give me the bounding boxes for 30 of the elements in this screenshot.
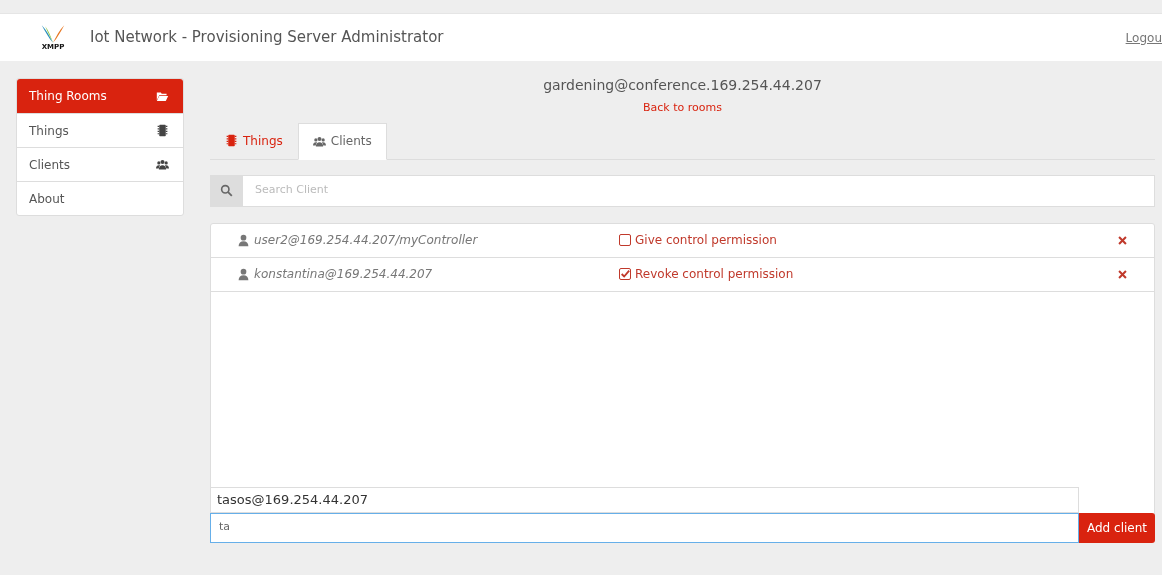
sidebar-item[interactable]: Things: [17, 113, 183, 147]
folder-icon: [156, 89, 169, 103]
checkmark-icon: [620, 269, 630, 279]
autocomplete-suggestion[interactable]: tasos@169.254.44.207: [210, 486, 1079, 513]
sidebar-item[interactable]: About: [17, 181, 183, 215]
add-client-field[interactable]: ta: [210, 512, 1079, 543]
client-jid: konstantina@169.254.44.207: [254, 266, 433, 283]
person-icon: [237, 267, 250, 281]
search-field[interactable]: Search Client: [242, 174, 1155, 207]
permission-checkbox[interactable]: Give control permission: [619, 231, 777, 249]
delete-icon[interactable]: [1117, 235, 1128, 246]
users-icon: [312, 134, 326, 148]
logout-link[interactable]: Logou: [1125, 28, 1162, 47]
tab[interactable]: Clients: [297, 122, 387, 160]
add-client-button[interactable]: Add client: [1079, 512, 1155, 543]
permission-checkbox[interactable]: Revoke control permission: [619, 265, 794, 283]
chip-icon: [156, 124, 169, 137]
users-icon: [156, 158, 169, 171]
tab[interactable]: Things: [210, 122, 298, 159]
delete-icon[interactable]: [1117, 269, 1128, 280]
app-title: Iot Network - Provisioning Server Administrator: [90, 27, 444, 49]
logo-icon: [40, 24, 66, 44]
person-icon: [237, 233, 250, 247]
room-title: gardening@conference.169.254.44.207: [542, 76, 823, 95]
client-jid: user2@169.254.44.207/myController: [254, 232, 478, 249]
sidebar-item[interactable]: Clients: [17, 147, 183, 181]
sidebar-item[interactable]: Thing Rooms: [17, 79, 183, 113]
chip-icon: [225, 134, 238, 147]
search-icon: [219, 184, 233, 197]
back-link[interactable]: Back to rooms: [643, 100, 722, 117]
